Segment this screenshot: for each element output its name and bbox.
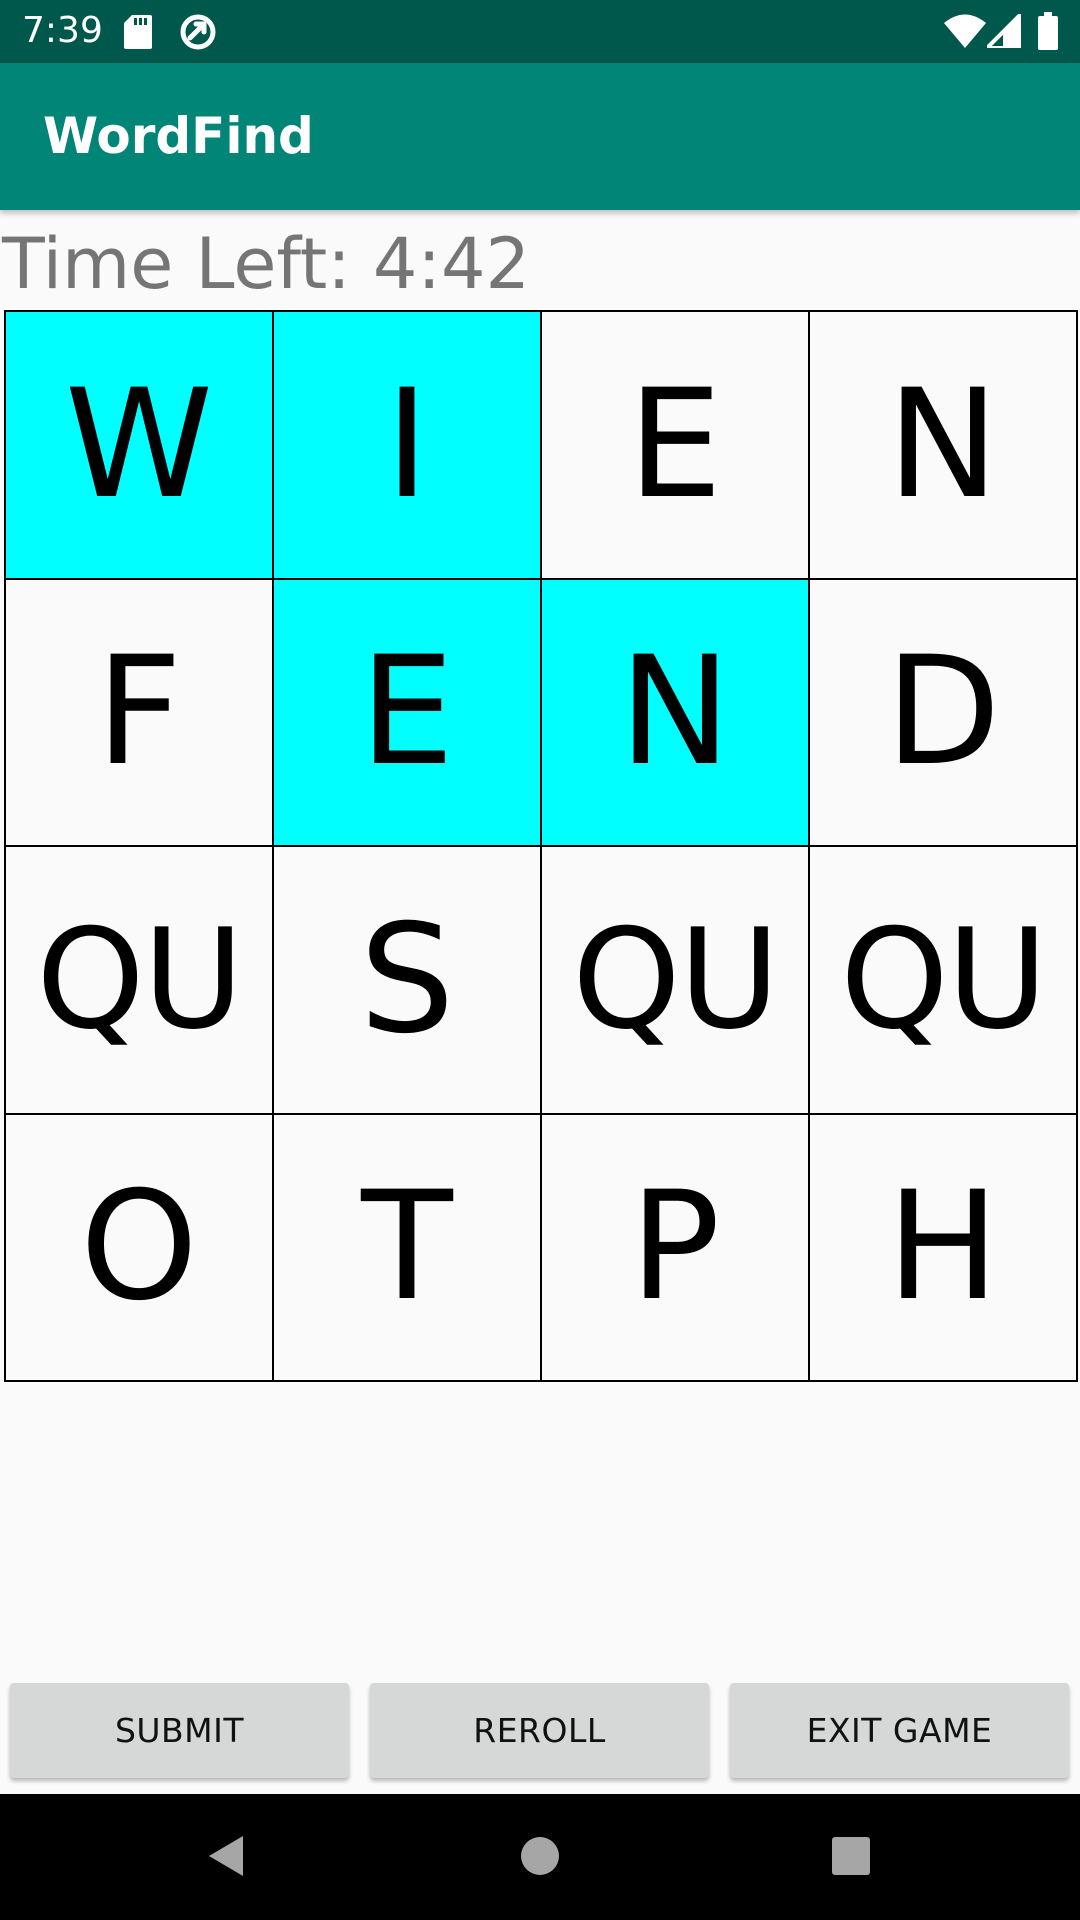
letter-cell[interactable]: E bbox=[272, 577, 542, 847]
letter-cell[interactable]: S bbox=[272, 845, 542, 1115]
reroll-button[interactable]: REROLL bbox=[370, 1683, 709, 1778]
timer-value: 4:42 bbox=[372, 223, 531, 305]
cell-signal-icon bbox=[985, 12, 1023, 52]
app-title: WordFind bbox=[43, 107, 314, 165]
submit-button[interactable]: SUBMIT bbox=[10, 1683, 349, 1778]
back-icon[interactable] bbox=[205, 1834, 245, 1882]
letter-cell[interactable]: QU bbox=[4, 845, 274, 1115]
button-bar: SUBMIT REROLL EXIT GAME bbox=[10, 1683, 1070, 1778]
sync-icon bbox=[178, 12, 218, 56]
letter-cell[interactable]: QU bbox=[808, 845, 1078, 1115]
letter-grid: W I E N F E N D QU S QU QU O T P H bbox=[4, 310, 1078, 1382]
letter-cell[interactable]: E bbox=[540, 310, 810, 580]
letter-cell[interactable]: W bbox=[4, 310, 274, 580]
screen: 7:39 WordFind Time Left: 4:42 W I E N F … bbox=[0, 0, 1080, 1920]
letter-cell[interactable]: N bbox=[540, 577, 810, 847]
letter-cell[interactable]: O bbox=[4, 1112, 274, 1382]
status-bar: 7:39 bbox=[0, 0, 1080, 63]
letter-cell[interactable]: D bbox=[808, 577, 1078, 847]
battery-icon bbox=[1038, 12, 1058, 54]
letter-cell[interactable]: N bbox=[808, 310, 1078, 580]
timer: Time Left: 4:42 bbox=[2, 222, 530, 306]
status-time: 7:39 bbox=[22, 10, 103, 51]
letter-cell[interactable]: I bbox=[272, 310, 542, 580]
home-icon[interactable] bbox=[521, 1837, 559, 1879]
sd-card-icon bbox=[124, 15, 152, 53]
wifi-icon bbox=[944, 14, 986, 52]
letter-cell[interactable]: H bbox=[808, 1112, 1078, 1382]
letter-cell[interactable]: QU bbox=[540, 845, 810, 1115]
navigation-bar bbox=[0, 1794, 1080, 1920]
timer-label: Time Left: bbox=[2, 223, 351, 305]
exit-game-button[interactable]: EXIT GAME bbox=[730, 1683, 1069, 1778]
app-bar: WordFind bbox=[0, 63, 1080, 210]
letter-cell[interactable]: T bbox=[272, 1112, 542, 1382]
letter-cell[interactable]: P bbox=[540, 1112, 810, 1382]
recents-icon[interactable] bbox=[832, 1837, 870, 1879]
letter-cell[interactable]: F bbox=[4, 577, 274, 847]
